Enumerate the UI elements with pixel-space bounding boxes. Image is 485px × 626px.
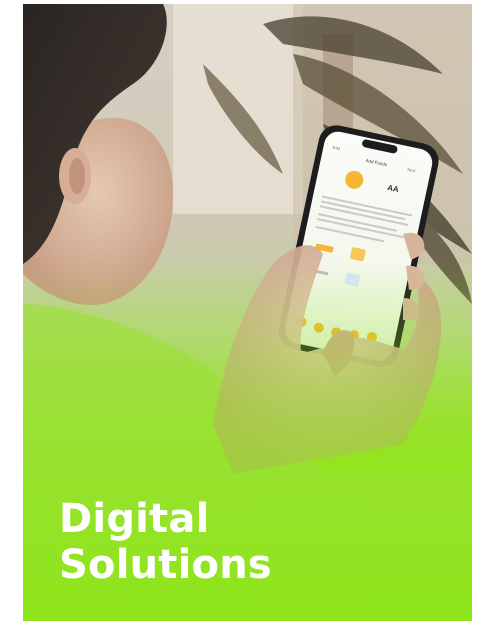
poster-title: Digital Solutions [59,496,272,588]
title-line-1: Digital [59,496,210,542]
poster-card: 9:41 Add Funds Next AA Digital Solutions [23,4,472,621]
title-line-2: Solutions [59,542,272,588]
